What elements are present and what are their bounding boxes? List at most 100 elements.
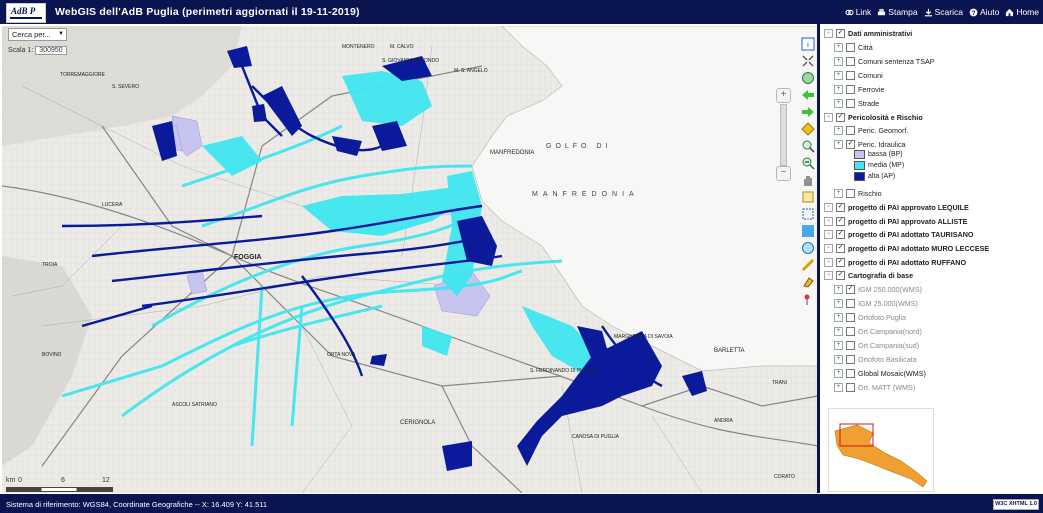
layer-checkbox[interactable] [846, 340, 855, 350]
layer-checkbox[interactable]: ✓ [836, 244, 845, 253]
zoom-box-button[interactable] [800, 206, 815, 221]
layer-checkbox[interactable]: ✓ [846, 284, 855, 294]
layer-checkbox[interactable]: ✓ [836, 230, 845, 240]
layer-checkbox[interactable]: ✓ [836, 271, 845, 281]
pan-button[interactable] [800, 172, 815, 187]
layer-checkbox[interactable] [846, 84, 855, 94]
globe-view-button[interactable] [800, 70, 815, 85]
zoom-track[interactable] [780, 104, 787, 166]
layer-checkbox[interactable]: ✓ [846, 140, 855, 150]
link-button[interactable]: Link [845, 7, 871, 17]
w3c-badge[interactable]: W3C XHTML 1.0 [993, 499, 1039, 510]
help-button[interactable]: ? Aiuto [969, 7, 999, 17]
pin-button[interactable] [800, 291, 815, 306]
layer-checkbox[interactable] [846, 298, 855, 308]
expand-toggle-icon[interactable]: − [824, 112, 833, 122]
expand-toggle-icon[interactable]: − [824, 230, 833, 240]
layer-row[interactable]: + Ort.Campania(nord) [834, 325, 922, 338]
select-button[interactable] [800, 189, 815, 204]
expand-toggle-icon[interactable]: − [824, 216, 833, 226]
expand-toggle-icon[interactable]: + [834, 126, 843, 136]
expand-toggle-icon[interactable]: + [834, 340, 843, 350]
layer-row[interactable]: + IGM 25.000(WMS) [834, 297, 918, 310]
zoom-in-button[interactable]: + [776, 88, 791, 103]
expand-toggle-icon[interactable]: + [834, 326, 843, 336]
layer-row[interactable]: + Comuni sentenza TSAP [834, 55, 935, 68]
expand-toggle-icon[interactable]: − [824, 203, 833, 213]
expand-toggle-icon[interactable]: + [834, 189, 843, 199]
expand-toggle-icon[interactable]: + [834, 354, 843, 364]
expand-toggle-icon[interactable]: + [834, 98, 843, 108]
layer-checkbox[interactable]: ✓ [836, 216, 845, 226]
layer-checkbox[interactable] [846, 98, 855, 108]
expand-toggle-icon[interactable]: − [824, 257, 833, 267]
layer-row[interactable]: + Ortofoto Puglia [834, 311, 906, 324]
layer-row[interactable]: + Ort.Campania(sud) [834, 339, 919, 352]
layer-checkbox[interactable] [846, 354, 855, 364]
layer-row[interactable]: + Rischio [834, 187, 882, 200]
measure-button[interactable] [800, 257, 815, 272]
expand-toggle-icon[interactable]: + [834, 84, 843, 94]
layer-checkbox[interactable] [846, 42, 855, 52]
overview-button[interactable] [800, 240, 815, 255]
expand-toggle-icon[interactable]: + [834, 140, 843, 150]
expand-toggle-icon[interactable]: + [834, 368, 843, 378]
layer-row[interactable]: − ✓ progetto di PAI adottato TAURISANO [824, 228, 974, 241]
layer-row[interactable]: + Città [834, 41, 873, 54]
overview-map[interactable] [828, 408, 934, 492]
map-canvas[interactable]: S. SEVERO TORREMAGGIORE MANFREDONIA GOLF… [2, 26, 818, 493]
layer-row[interactable]: + Ort. MATT (WMS) [834, 381, 915, 394]
forward-button[interactable] [800, 104, 815, 119]
layer-checkbox[interactable] [846, 312, 855, 322]
home-button[interactable]: Home [1005, 7, 1039, 17]
layer-checkbox[interactable] [846, 70, 855, 80]
layer-checkbox[interactable]: ✓ [836, 29, 845, 38]
layer-checkbox[interactable] [846, 126, 855, 136]
layer-row[interactable]: − ✓ progetto di PAI adottato MURO LECCESE [824, 242, 989, 255]
expand-toggle-icon[interactable]: − [824, 29, 833, 38]
info-button[interactable]: i [800, 36, 815, 51]
layer-checkbox[interactable] [846, 382, 855, 392]
clear-button[interactable] [800, 274, 815, 289]
layer-checkbox[interactable] [846, 326, 855, 336]
layer-row[interactable]: − ✓ progetto di PAI approvato LEQUILE [824, 201, 969, 214]
layer-checkbox[interactable]: ✓ [836, 203, 845, 213]
expand-toggle-icon[interactable]: − [824, 271, 833, 281]
zoom-out-tool[interactable] [800, 155, 815, 170]
zoom-extent-button[interactable] [800, 53, 815, 68]
download-button[interactable]: Scarica [924, 7, 963, 17]
layer-row[interactable]: + Global Mosaic(WMS) [834, 367, 926, 380]
expand-toggle-icon[interactable]: + [834, 382, 843, 392]
layer-row[interactable]: + Peric. Geomorf. [834, 124, 908, 137]
expand-toggle-icon[interactable]: + [834, 298, 843, 308]
expand-toggle-icon[interactable]: + [834, 42, 843, 52]
expand-toggle-icon[interactable]: + [834, 312, 843, 322]
expand-toggle-icon[interactable]: + [834, 70, 843, 80]
back-button[interactable] [800, 87, 815, 102]
expand-toggle-icon[interactable]: − [824, 244, 833, 253]
zoom-in-tool[interactable] [800, 138, 815, 153]
scale-input[interactable]: 300950 [35, 46, 67, 55]
layer-row[interactable]: − ✓ Dati amministrativi [824, 27, 912, 40]
layer-checkbox[interactable]: ✓ [836, 257, 845, 267]
map-view[interactable]: S. SEVERO TORREMAGGIORE MANFREDONIA GOLF… [2, 26, 818, 493]
layer-row[interactable]: − ✓ progetto di PAI adottato RUFFANO [824, 256, 966, 269]
zoom-out-button[interactable]: − [776, 166, 791, 181]
layer-checkbox[interactable]: ✓ [836, 112, 845, 122]
zoom-slider[interactable]: + − [776, 88, 791, 181]
layer-checkbox[interactable] [846, 368, 855, 378]
layer-row[interactable]: − ✓ Pericolosità e Rischio [824, 111, 923, 124]
expand-toggle-icon[interactable]: + [834, 284, 843, 294]
expand-toggle-icon[interactable]: + [834, 56, 843, 66]
layer-row[interactable]: + Ortofoto Basilicata [834, 353, 917, 366]
layer-row[interactable]: + Ferrovie [834, 83, 884, 96]
layer-row[interactable]: − ✓ Cartografia di base [824, 269, 913, 282]
layer-row[interactable]: − ✓ progetto di PAI approvato ALLISTE [824, 215, 967, 228]
print-button[interactable]: Stampa [877, 7, 918, 17]
search-dropdown[interactable]: Cerca per... ▼ [8, 28, 67, 41]
layer-row[interactable]: + Comuni [834, 69, 883, 82]
layer-checkbox[interactable] [846, 56, 855, 66]
layer-button[interactable] [800, 121, 815, 136]
adb-logo[interactable]: AdB P [6, 3, 46, 23]
refresh-button[interactable] [800, 223, 815, 238]
